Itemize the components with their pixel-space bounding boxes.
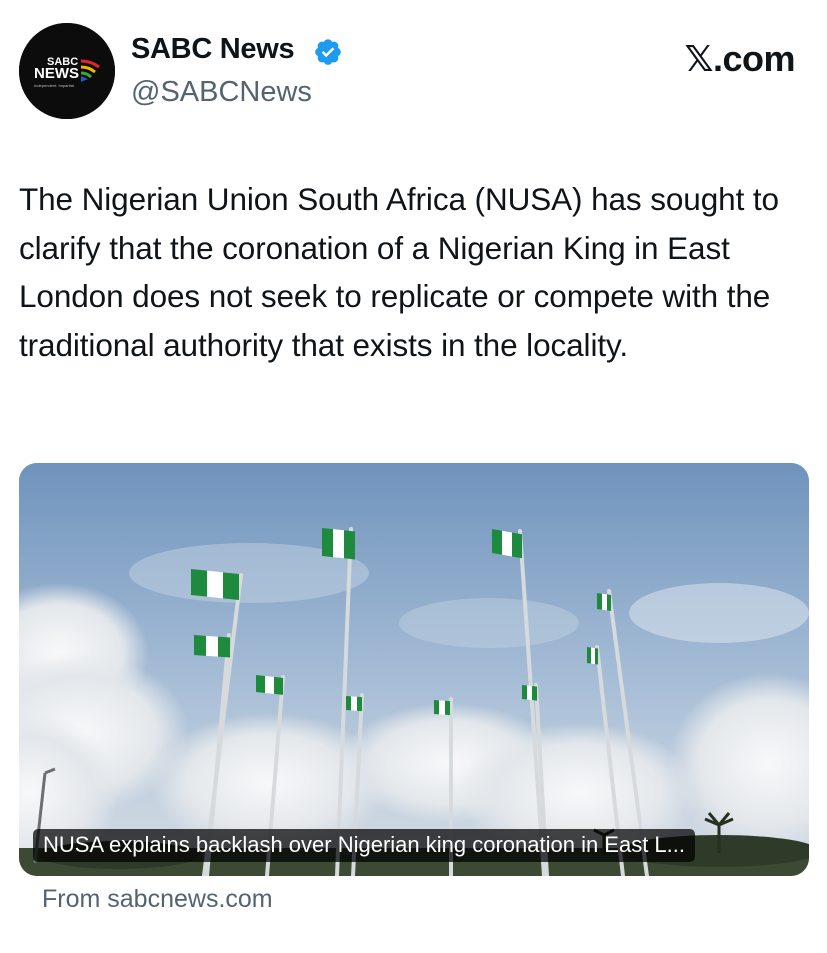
author-display-name[interactable]: SABC News [131,33,295,66]
post-container: SABC NEWS Independent. Impartial. SABC N… [0,0,827,953]
author-avatar[interactable]: SABC NEWS Independent. Impartial. [19,23,115,119]
nigerian-flags-photo [19,463,809,876]
link-card-caption[interactable]: NUSA explains backlash over Nigerian kin… [33,829,696,862]
author-handle[interactable]: @SABCNews [131,76,312,109]
verified-badge-icon [315,39,341,65]
link-card[interactable]: NUSA explains backlash over Nigerian kin… [19,463,809,876]
platform-label: 𝕏.com [684,38,795,79]
post-text: The Nigerian Union South Africa (NUSA) h… [19,181,779,363]
sabc-news-logo: SABC NEWS Independent. Impartial. [19,23,115,119]
link-source[interactable]: From sabcnews.com [42,885,273,914]
logo-line2: NEWS [34,65,79,82]
logo-tagline: Independent. Impartial. [34,83,75,88]
